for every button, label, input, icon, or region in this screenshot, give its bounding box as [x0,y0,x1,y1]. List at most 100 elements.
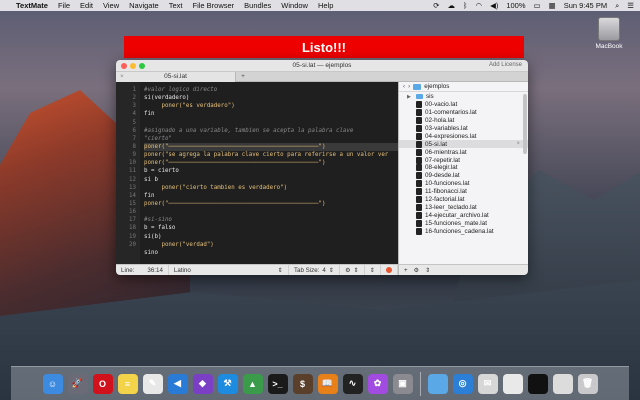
script-app-icon[interactable]: $ [292,373,313,394]
code-line[interactable]: #asignado a una variable, tambien se ace… [144,127,398,135]
close-icon[interactable]: × [516,141,520,147]
file-list-item[interactable]: 14-ejecutar_archivo.lat [399,211,528,219]
sync-icon[interactable]: ⟳ [433,1,439,10]
chevron-left-icon[interactable]: ‹ [403,83,405,90]
macro-record-button[interactable] [381,264,398,275]
desktop-drive[interactable]: MacBook [591,17,627,50]
menu-view[interactable]: View [103,1,119,10]
code-line[interactable]: poner("cierto tambien es verdadero") [144,184,398,192]
file-list-item[interactable]: 13-leer_teclado.lat [399,203,528,211]
file-list-item[interactable]: 07-repetir.lat [399,156,528,164]
zoom-window-icon[interactable] [139,63,145,69]
code-line[interactable] [144,119,398,127]
graphics-app-icon[interactable]: ▲ [242,373,263,394]
battery-percent[interactable]: 100% [506,1,525,10]
wifi-icon[interactable]: ◠ [476,1,483,10]
file-list-item[interactable]: 04-expresiones.lat [399,132,528,140]
gear-icon[interactable]: ⚙ [414,267,420,274]
language-selector[interactable]: Latino ⇕ [169,264,289,275]
code-line[interactable]: poner("─────────────────────────────────… [144,159,398,167]
file-list-item[interactable]: 12-factorial.lat [399,196,528,204]
window-thumb-1-icon[interactable] [502,373,523,394]
add-icon[interactable]: + [404,267,408,274]
menu-edit[interactable]: Edit [80,1,93,10]
menu-window[interactable]: Window [281,1,308,10]
finder-icon[interactable]: ☺ [42,373,63,394]
minimize-window-icon[interactable] [130,63,136,69]
flower-app-icon[interactable]: ✿ [367,373,388,394]
input-flag-icon[interactable]: ▦ [549,1,556,10]
menu-bundles[interactable]: Bundles [244,1,271,10]
bluetooth-icon[interactable]: ᛒ [463,1,468,10]
ibooks-icon[interactable]: 📖 [317,373,338,394]
code-line[interactable]: si(verdadero) [144,94,398,102]
code-line[interactable]: #valor logico directo [144,86,398,94]
file-browser-header[interactable]: ‹ › ejemplos [399,82,528,92]
bundle-menu[interactable]: ⇕ [365,264,381,275]
code-line[interactable]: poner("se agrega la palabra clave cierto… [144,151,398,159]
close-window-icon[interactable] [121,63,127,69]
code-line[interactable]: poner("─────────────────────────────────… [144,142,398,152]
tab-size-selector[interactable]: Tab Size: 4 ⇕ [289,264,341,275]
menu-file-browser[interactable]: File Browser [192,1,234,10]
volume-icon[interactable]: ◀) [490,1,498,10]
new-tab-button[interactable]: + [238,73,248,80]
safari-icon[interactable]: ◎ [452,373,473,394]
menubar-clock[interactable]: Sun 9:45 PM [564,1,607,10]
trash-icon[interactable]: 🗑 [577,373,598,394]
line-indicator[interactable]: Line: 36:14 [116,264,169,275]
folder-icon[interactable] [427,373,448,394]
chevron-right-icon[interactable]: › [408,83,410,90]
menu-file[interactable]: File [58,1,70,10]
notification-center-icon[interactable]: ☰ [627,1,634,10]
terminal-icon[interactable]: >_ [267,373,288,394]
visual-studio-icon[interactable]: ◆ [192,373,213,394]
settings-menu[interactable]: ⚙ ⇕ [340,264,365,275]
opera-icon[interactable]: O [92,373,113,394]
file-list-item[interactable]: 01-comentarios.lat [399,109,528,117]
preview-icon[interactable]: ▣ [392,373,413,394]
vscode-icon[interactable]: ◀ [167,373,188,394]
file-list-item[interactable]: ▶ sis [399,93,528,101]
code-line[interactable]: b = falso [144,224,398,232]
code-line[interactable]: fin [144,110,398,118]
code-line[interactable]: poner("verdad") [144,241,398,249]
file-list-item[interactable]: 15-funciones_mate.lat [399,219,528,227]
code-line[interactable]: #si-sino [144,216,398,224]
disclosure-triangle-icon[interactable]: ▶ [407,94,413,100]
code-line[interactable]: "cierto" [144,135,398,143]
launchpad-icon[interactable]: 🚀 [67,373,88,394]
file-list-item[interactable]: 08-elegir.lat [399,164,528,172]
notes-icon[interactable]: ≡ [117,373,138,394]
menu-navigate[interactable]: Navigate [129,1,159,10]
code-line[interactable] [144,208,398,216]
code-line[interactable]: poner("es verdadero") [144,102,398,110]
code-area[interactable]: #valor logico directo si(verdadero) poner… [140,82,398,264]
file-list-item[interactable]: 11-fibonacci.lat [399,188,528,196]
textedit-icon[interactable]: ✎ [142,373,163,394]
file-list-item[interactable]: 02-hola.lat [399,117,528,125]
file-list-item[interactable]: 06-mientras.lat [399,148,528,156]
menu-text[interactable]: Text [169,1,183,10]
window-thumb-2-icon[interactable] [527,373,548,394]
code-line[interactable]: sino [144,249,398,257]
window-titlebar[interactable]: 05-si.lat — ejemplos Add License [116,60,528,72]
file-list-item[interactable]: 00-vacio.lat [399,101,528,109]
file-list-item[interactable]: 09-desde.lat [399,172,528,180]
file-browser-folder-name[interactable]: ejemplos [424,83,449,90]
battery-icon[interactable]: ▭ [534,1,541,10]
file-list-item[interactable]: 05-si.lat × [399,140,528,149]
activity-monitor-icon[interactable]: ∿ [342,373,363,394]
cloud-icon[interactable]: ☁ [448,1,456,10]
menu-help[interactable]: Help [318,1,333,10]
app-menu[interactable]: TextMate [16,1,48,10]
code-editor[interactable]: 1 2 3 4 5 6 7 8 9 10 11 12 13 14 15 16 17 18 19 20 #valor l… [116,82,398,264]
xcode-icon[interactable]: ⚒ [217,373,238,394]
search-icon[interactable]: ⌕ [615,1,619,11]
tab-05-si[interactable]: × 05-si.lat [116,71,236,82]
tab-close-icon[interactable]: × [120,73,124,80]
window-thumb-3-icon[interactable] [552,373,573,394]
code-line[interactable]: si(b) [144,233,398,241]
mail-icon[interactable]: ✉ [477,373,498,394]
add-license-link[interactable]: Add License [489,62,522,68]
